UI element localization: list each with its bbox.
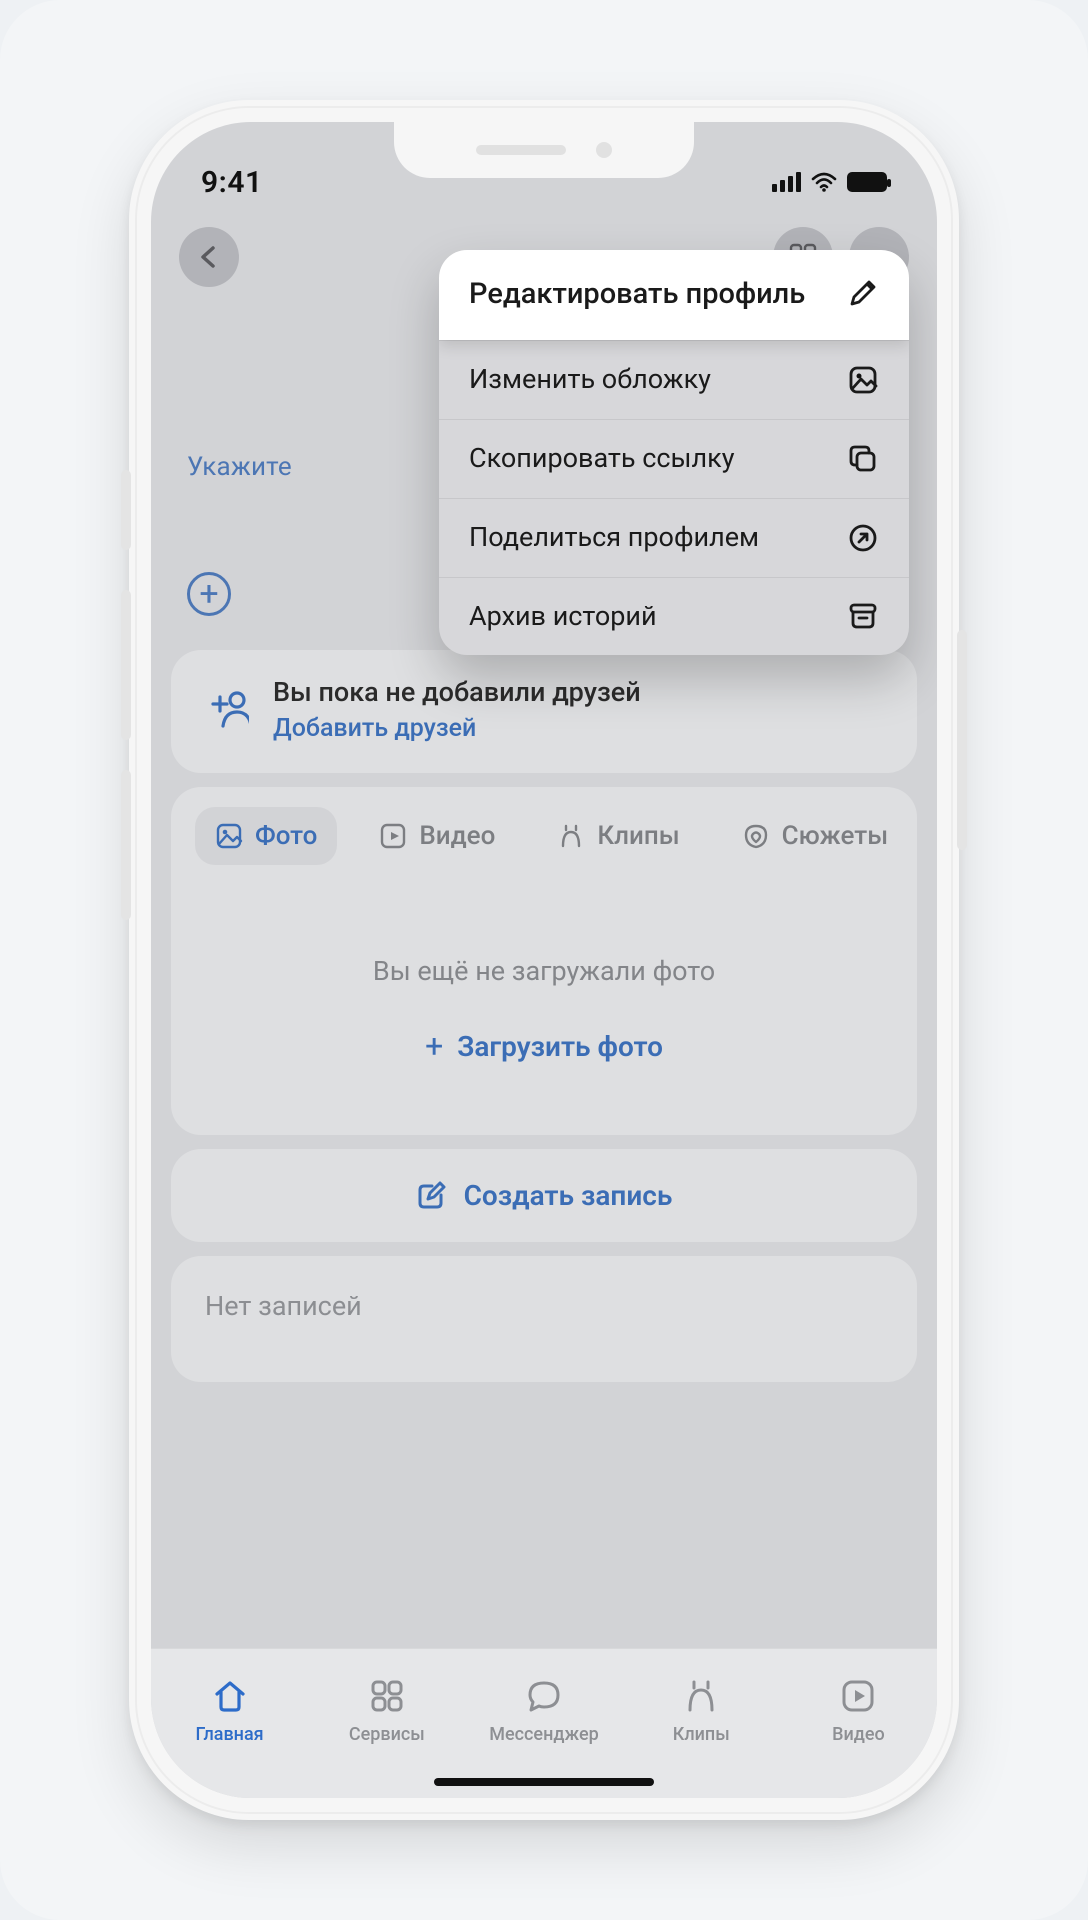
upload-label: Загрузить фото (457, 1030, 663, 1063)
nav-label: Клипы (673, 1724, 730, 1745)
clips-icon (557, 822, 585, 850)
cellular-icon (772, 172, 801, 192)
friends-title: Вы пока не добавили друзей (273, 676, 641, 708)
profile-menu: Редактировать профиль Изменить обложку С… (439, 250, 909, 655)
media-tabs: Фото Видео Клипы Сюжеты (171, 787, 917, 865)
menu-story-archive[interactable]: Архив историй (439, 577, 909, 656)
friends-action[interactable]: Добавить друзей (273, 714, 641, 743)
menu-edit-profile[interactable]: Редактировать профиль (439, 250, 909, 340)
nav-label: Мессенджер (489, 1724, 599, 1745)
tab-label: Клипы (597, 821, 679, 851)
home-icon (210, 1676, 250, 1716)
status-time: 9:41 (201, 165, 263, 200)
friends-card[interactable]: Вы пока не добавили друзей Добавить друз… (171, 650, 917, 773)
video-icon (379, 822, 407, 850)
back-button[interactable] (179, 227, 239, 287)
menu-label: Архив историй (469, 600, 827, 634)
plus-icon: + (425, 1027, 443, 1065)
compose-icon (416, 1181, 446, 1211)
app-screen: 9:41 (151, 122, 937, 1798)
stories-icon (742, 822, 770, 850)
no-posts-text: Нет записей (205, 1290, 362, 1322)
video-nav-icon (838, 1676, 878, 1716)
device-notch (394, 122, 694, 178)
menu-share-profile[interactable]: Поделиться профилем (439, 498, 909, 577)
nav-services[interactable]: Сервисы (308, 1649, 465, 1772)
plus-icon: + (187, 572, 231, 616)
tab-label: Сюжеты (782, 821, 889, 851)
menu-label: Редактировать профиль (469, 276, 825, 312)
services-icon (367, 1676, 407, 1716)
menu-copy-link[interactable]: Скопировать ссылку (439, 419, 909, 498)
battery-icon (847, 172, 887, 192)
nav-label: Сервисы (349, 1724, 425, 1745)
menu-label: Изменить обложку (469, 363, 827, 397)
nav-label: Видео (832, 1724, 885, 1745)
tab-label: Видео (419, 821, 495, 851)
media-card: Фото Видео Клипы Сюжеты (171, 787, 917, 1135)
wifi-icon (811, 172, 837, 192)
clips-nav-icon (681, 1676, 721, 1716)
image-icon (847, 364, 879, 396)
empty-photos: Вы ещё не загружали фото + Загрузить фот… (171, 865, 917, 1135)
menu-label: Поделиться профилем (469, 521, 827, 555)
chat-icon (524, 1676, 564, 1716)
tab-video[interactable]: Видео (359, 807, 515, 865)
archive-icon (847, 600, 879, 632)
upload-photo-button[interactable]: + Загрузить фото (425, 1027, 663, 1065)
add-friend-icon (201, 686, 249, 734)
nav-messenger[interactable]: Мессенджер (465, 1649, 622, 1772)
share-icon (847, 522, 879, 554)
menu-change-cover[interactable]: Изменить обложку (439, 340, 909, 419)
copy-icon (847, 443, 879, 475)
no-posts-card: Нет записей (171, 1256, 917, 1382)
empty-message: Вы ещё не загружали фото (191, 955, 897, 987)
compose-label: Создать запись (464, 1179, 673, 1212)
tab-clips[interactable]: Клипы (537, 807, 699, 865)
nav-video[interactable]: Видео (780, 1649, 937, 1772)
compose-button[interactable]: Создать запись (171, 1149, 917, 1242)
tab-label: Фото (255, 821, 317, 851)
home-indicator (434, 1778, 654, 1786)
pencil-icon (845, 277, 879, 311)
bottom-tabbar: Главная Сервисы Мессенджер Клипы Видео (151, 1648, 937, 1798)
menu-label: Скопировать ссылку (469, 442, 827, 476)
tab-photo[interactable]: Фото (195, 807, 337, 865)
nav-home[interactable]: Главная (151, 1649, 308, 1772)
phone-mockup: 9:41 (129, 100, 959, 1820)
photo-icon (215, 822, 243, 850)
tab-stories[interactable]: Сюжеты (722, 807, 909, 865)
nav-clips[interactable]: Клипы (623, 1649, 780, 1772)
nav-label: Главная (196, 1724, 264, 1745)
